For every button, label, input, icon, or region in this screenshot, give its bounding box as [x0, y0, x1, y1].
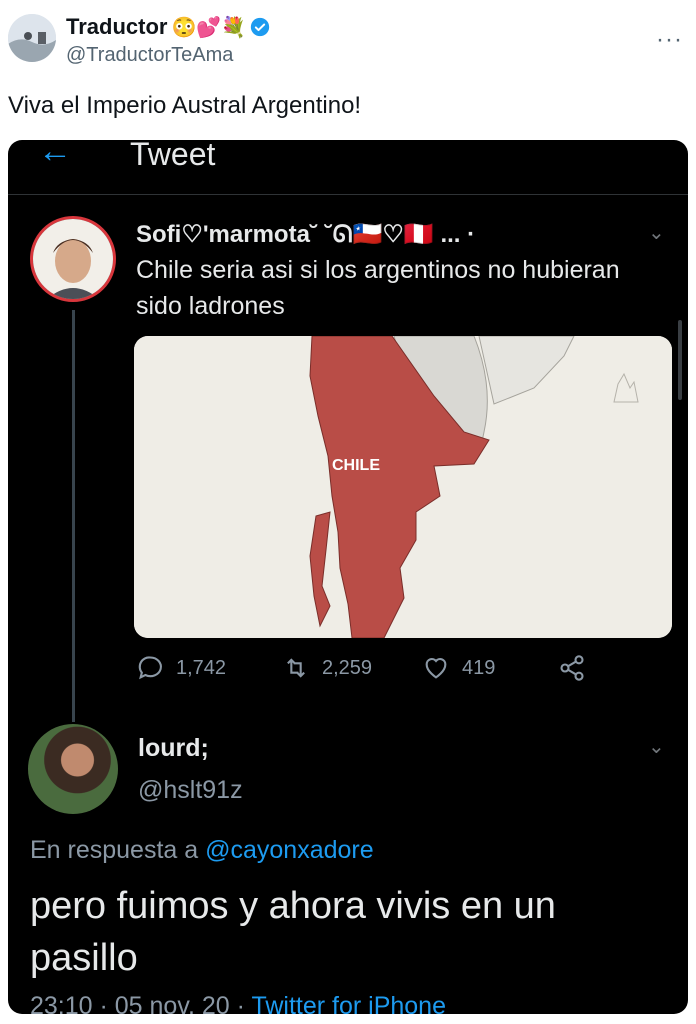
more-options-icon[interactable]: ···	[656, 26, 683, 54]
reply-handle: @hslt91z	[138, 776, 243, 804]
reply-prefix: En respuesta a	[30, 836, 199, 864]
name-emojis: 😳💕💐	[171, 16, 247, 39]
chevron-down-icon: ⌄	[648, 222, 665, 244]
back-arrow-icon: ←	[38, 140, 72, 170]
map-label: CHILE	[332, 457, 380, 474]
screenshot-title: Tweet	[130, 140, 216, 172]
handle[interactable]: @TraductorTeAma	[66, 44, 233, 67]
reply-to-handle: @cayonxadore	[205, 836, 374, 864]
like-count: 419	[422, 654, 495, 682]
share	[558, 654, 586, 682]
reply-context: En respuesta a @cayonxadore	[30, 836, 374, 865]
chevron-down-icon: ⌄	[648, 736, 665, 758]
reply-avatar	[28, 724, 118, 814]
reply-name: lourd;	[138, 734, 209, 762]
quoted-actions: 1,742 2,259 419	[136, 654, 596, 688]
reply-client: Twitter for iPhone	[251, 992, 446, 1014]
tweet-image[interactable]: ← Tweet Sofi♡'marmota˘ ˘ᘏ🇨🇱♡🇵🇪 ... · ⌄ C…	[8, 140, 688, 1014]
tweet-text: Viva el Imperio Austral Argentino!	[8, 92, 362, 119]
like-count-text: 419	[462, 656, 496, 679]
scrollbar	[678, 320, 682, 400]
reply-icon	[138, 656, 162, 680]
map-image: CHILE	[134, 336, 672, 638]
reply-count-text: 1,742	[176, 656, 227, 679]
quoted-text: Chile seria asi si los argentinos no hub…	[136, 256, 620, 320]
display-name[interactable]: Traductor 😳💕💐	[66, 14, 270, 40]
retweet-icon	[287, 658, 305, 678]
heart-icon	[425, 658, 447, 679]
quoted-avatar	[30, 216, 116, 302]
retweet-count: 2,259	[282, 654, 372, 682]
thread-line	[72, 310, 75, 722]
reply-meta: 23:10 · 05 nov. 20 · Twitter for iPhone	[30, 992, 446, 1014]
quoted-name: Sofi♡'marmota˘ ˘ᘏ🇨🇱♡🇵🇪 ... ·	[136, 221, 476, 248]
screenshot-header: ← Tweet	[8, 140, 688, 195]
avatar[interactable]	[8, 14, 56, 62]
share-icon	[560, 655, 584, 681]
retweet-count-text: 2,259	[322, 656, 373, 679]
reply-time: 23:10 · 05 nov. 20 ·	[30, 992, 252, 1014]
reply-count: 1,742	[136, 654, 226, 682]
display-name-text[interactable]: Traductor	[66, 14, 167, 40]
reply-text: pero fuimos y ahora vivis en un pasillo	[30, 885, 556, 979]
verified-badge-icon	[251, 17, 270, 37]
